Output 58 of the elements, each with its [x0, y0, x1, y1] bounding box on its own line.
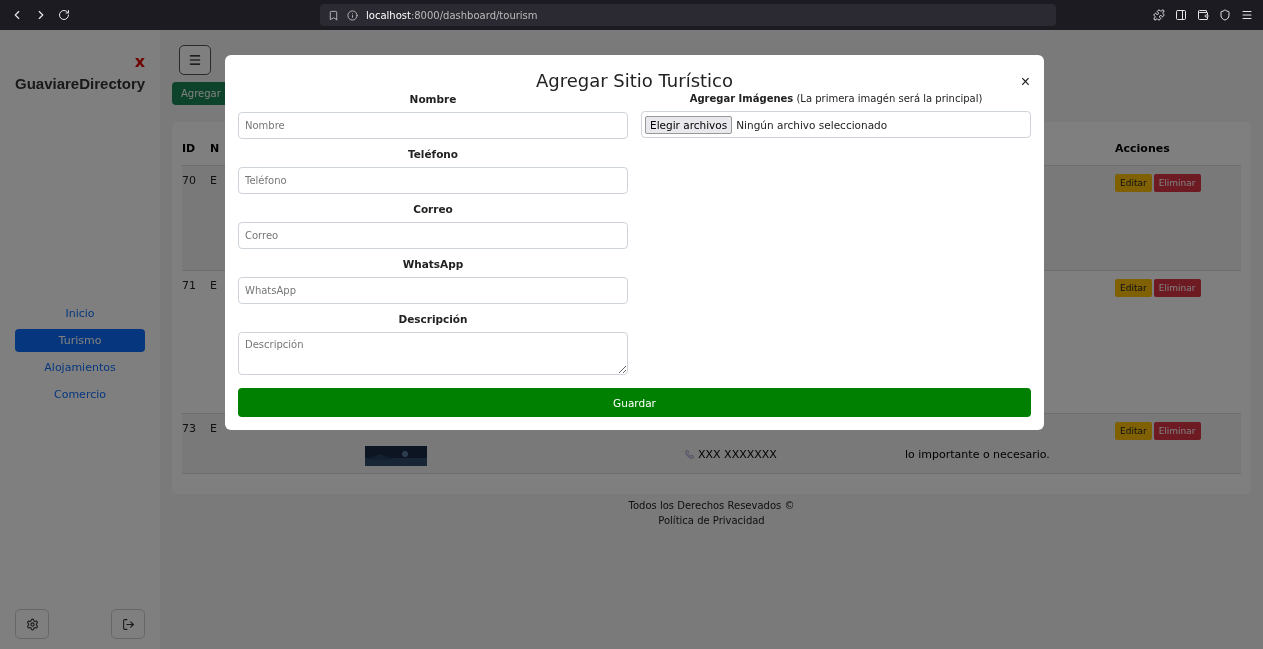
settings-button[interactable] — [15, 609, 49, 639]
address-bar[interactable]: localhost:8000/dashboard/tourism — [320, 4, 1056, 26]
edit-button[interactable]: Editar — [1115, 174, 1152, 192]
delete-button[interactable]: Eliminar — [1153, 279, 1201, 297]
file-field[interactable]: Elegir archivos Ningún archivo seleccionado — [641, 111, 1031, 138]
field-label: Correo — [412, 203, 454, 215]
wallet-icon[interactable] — [1197, 9, 1209, 21]
column-header: ID — [182, 142, 197, 155]
description-text: lo importante o necesario. — [905, 448, 1051, 461]
menu-button[interactable] — [179, 45, 211, 75]
input-field[interactable]: Teléfono — [238, 167, 628, 194]
choose-files-button[interactable]: Elegir archivos — [645, 115, 733, 134]
field-label: Agregar Imágenes (La primera imagén será la principal) — [688, 93, 984, 104]
table-cell: E — [210, 174, 217, 187]
menu-icon[interactable] — [1241, 9, 1253, 21]
table-cell: E — [210, 279, 217, 292]
extensions-icon[interactable] — [1153, 9, 1165, 21]
phone-icon — [685, 450, 694, 459]
nav-item[interactable]: Turismo — [15, 329, 145, 352]
phone-text: XXX XXXXXXX — [685, 448, 905, 461]
table-cell: 73 — [182, 422, 196, 435]
input-field[interactable]: Correo — [238, 222, 628, 249]
field-label: Nombre — [408, 93, 458, 105]
bookmark-icon[interactable] — [328, 9, 339, 21]
menu-icon — [188, 53, 202, 67]
privacy-link[interactable]: Política de Privacidad — [658, 515, 765, 526]
logout-button[interactable] — [111, 609, 145, 639]
nav-item[interactable]: Alojamientos — [15, 356, 145, 379]
table-cell: 70 — [182, 174, 196, 187]
close-button[interactable]: × — [1020, 73, 1030, 91]
save-button[interactable]: Guardar — [238, 388, 1031, 417]
column-header: Acciones — [1115, 142, 1171, 155]
modal-title: Agregar Sitio Turístico — [535, 70, 733, 91]
description-field[interactable]: Descripción — [238, 332, 628, 375]
edit-button[interactable]: Editar — [1115, 422, 1152, 440]
field-label: Teléfono — [406, 148, 460, 160]
table-cell: 71 — [182, 279, 196, 292]
url-text: localhost:8000/dashboard/tourism — [366, 9, 538, 21]
nav-item[interactable]: Comercio — [15, 383, 145, 406]
shield-icon[interactable] — [1219, 9, 1231, 21]
copyright-text: Todos los Derechos Resevados © — [628, 500, 795, 511]
brand-title: GuaviareDirectory — [15, 75, 146, 92]
nav-item[interactable]: Inicio — [15, 302, 145, 325]
table-cell: E — [210, 422, 217, 435]
field-label: WhatsApp — [401, 258, 465, 270]
reload-icon[interactable] — [58, 9, 70, 21]
delete-button[interactable]: Eliminar — [1153, 422, 1201, 440]
sidebar-icon[interactable] — [1175, 9, 1187, 21]
column-header: N — [210, 142, 221, 155]
info-icon — [347, 9, 358, 21]
edit-button[interactable]: Editar — [1115, 279, 1152, 297]
input-field[interactable]: WhatsApp — [238, 277, 628, 304]
field-label: Descripción — [397, 313, 469, 325]
settings-icon — [25, 617, 39, 631]
input-field[interactable]: Nombre — [238, 112, 628, 139]
delete-button[interactable]: Eliminar — [1153, 174, 1201, 192]
close-sidebar-button[interactable]: x — [134, 52, 145, 71]
logout-icon — [121, 617, 135, 631]
